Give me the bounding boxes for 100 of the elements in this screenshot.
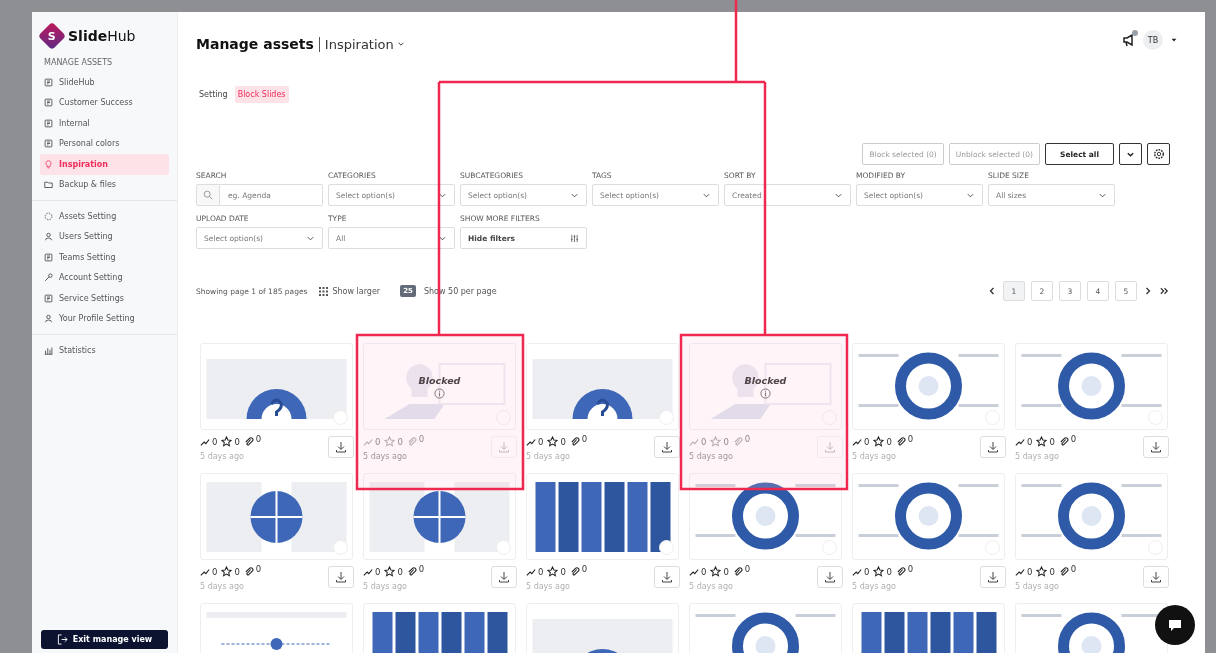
paperclip-icon <box>243 566 254 577</box>
star-count: 0 <box>1049 566 1055 577</box>
paperclip-icon <box>1058 436 1069 447</box>
sidebar-item[interactable]: Account Setting <box>40 267 169 288</box>
star-icon[interactable] <box>384 566 396 577</box>
info-icon[interactable] <box>434 387 445 399</box>
sidebar-item[interactable]: Service Settings <box>40 288 169 309</box>
slide-thumbnail[interactable] <box>1015 343 1168 430</box>
show-larger-link[interactable]: Show larger <box>319 286 381 296</box>
more-dropdown-button[interactable] <box>1119 143 1142 165</box>
sidebar-item[interactable]: Customer Success <box>40 92 169 113</box>
last-page-icon[interactable] <box>1159 286 1170 296</box>
sidebar-item[interactable]: Assets Setting <box>40 206 169 227</box>
star-icon[interactable] <box>547 436 559 447</box>
sidebar-item[interactable]: SlideHub <box>40 72 169 93</box>
star-count: 0 <box>886 566 892 577</box>
user-icon <box>44 314 53 324</box>
sidebar-item[interactable]: Teams Setting <box>40 247 169 268</box>
chat-button[interactable] <box>1155 605 1195 645</box>
modified-date: 5 days ago <box>689 582 734 591</box>
logo-icon: S <box>37 21 67 51</box>
download-icon <box>1150 571 1162 583</box>
sidebar-item[interactable]: Backup & files <box>40 174 169 195</box>
star-icon[interactable] <box>873 566 885 577</box>
select-checkbox[interactable] <box>659 540 674 555</box>
attachment-count: 0 <box>744 433 751 444</box>
view-count: 0 <box>375 566 381 577</box>
download-icon <box>1150 441 1162 453</box>
exit-manage-view-button[interactable]: Exit manage view <box>41 630 168 649</box>
download-button[interactable] <box>980 436 1006 458</box>
modified-date: 5 days ago <box>363 582 408 591</box>
section-dropdown[interactable]: Inspiration <box>324 36 405 52</box>
slide-thumbnail[interactable] <box>852 343 1005 430</box>
bar-chart-icon <box>44 345 53 355</box>
view-count: 0 <box>538 436 544 447</box>
star-icon[interactable] <box>221 436 233 447</box>
star-count: 0 <box>1049 436 1055 447</box>
download-button[interactable] <box>654 436 680 458</box>
slide-thumbnail[interactable] <box>200 343 353 430</box>
slide-thumbnail[interactable] <box>852 473 1005 560</box>
trend-icon <box>852 436 862 447</box>
page-title: Manage assets <box>196 36 314 52</box>
sidebar-item[interactable]: Users Setting <box>40 226 169 247</box>
star-count: 0 <box>723 436 729 447</box>
attachment-count: 0 <box>907 433 914 444</box>
download-button[interactable] <box>1143 436 1169 458</box>
modified-date: 5 days ago <box>363 452 408 461</box>
slide-thumbnail[interactable] <box>363 473 516 560</box>
download-button[interactable] <box>980 566 1006 588</box>
section-label: MANAGE ASSETS <box>44 58 114 67</box>
sidebar-item[interactable]: Internal <box>40 113 169 134</box>
view-count: 0 <box>701 566 707 577</box>
download-button[interactable] <box>491 566 517 588</box>
caret-icon[interactable] <box>1170 36 1178 44</box>
star-count: 0 <box>723 566 729 577</box>
user-circle-icon <box>44 232 53 242</box>
slide-thumbnail[interactable] <box>689 473 842 560</box>
star-icon[interactable] <box>710 566 722 577</box>
modified-date: 5 days ago <box>852 452 897 461</box>
download-button[interactable] <box>654 566 680 588</box>
star-icon[interactable] <box>1036 566 1048 577</box>
next-page-icon[interactable] <box>1143 286 1153 296</box>
star-count: 0 <box>234 436 240 447</box>
download-button[interactable] <box>328 566 354 588</box>
download-button[interactable] <box>817 566 843 588</box>
download-button[interactable] <box>328 436 354 458</box>
download-button[interactable] <box>1143 566 1169 588</box>
attachment-count: 0 <box>581 433 588 444</box>
key-icon <box>44 273 53 283</box>
sidebar-item[interactable]: Personal colors <box>40 133 169 154</box>
download-icon <box>987 571 999 583</box>
settings-button[interactable] <box>1147 143 1170 165</box>
info-icon[interactable] <box>760 387 771 399</box>
paperclip-icon <box>895 436 906 447</box>
sidebar-item[interactable]: Statistics <box>40 340 169 361</box>
megaphone-icon[interactable] <box>1122 33 1136 47</box>
star-icon[interactable] <box>221 566 233 577</box>
star-icon[interactable] <box>873 436 885 447</box>
sidebar-item[interactable]: Your Profile Setting <box>40 308 169 329</box>
dashed-circle-icon <box>44 211 53 221</box>
slide-thumbnail[interactable]: Blocked <box>689 343 842 430</box>
settings-icon <box>1152 148 1165 160</box>
download-icon <box>661 441 673 453</box>
avatar[interactable]: TB <box>1143 30 1163 50</box>
star-count: 0 <box>397 566 403 577</box>
view-count: 0 <box>212 436 218 447</box>
star-icon[interactable] <box>547 566 559 577</box>
tab[interactable]: Setting <box>196 86 231 103</box>
slide-thumbnail[interactable] <box>526 473 679 560</box>
chat-icon <box>1167 617 1183 633</box>
slide-thumbnail[interactable] <box>200 473 353 560</box>
star-icon[interactable] <box>1036 436 1048 447</box>
previous-page-icon[interactable] <box>987 286 997 296</box>
slide-thumbnail[interactable] <box>1015 473 1168 560</box>
modified-date: 5 days ago <box>1015 582 1060 591</box>
slide-thumbnail[interactable] <box>526 343 679 430</box>
folder-icon <box>44 180 53 190</box>
view-count: 0 <box>212 566 218 577</box>
modified-date: 5 days ago <box>526 452 571 461</box>
slide-thumbnail[interactable]: Blocked <box>363 343 516 430</box>
